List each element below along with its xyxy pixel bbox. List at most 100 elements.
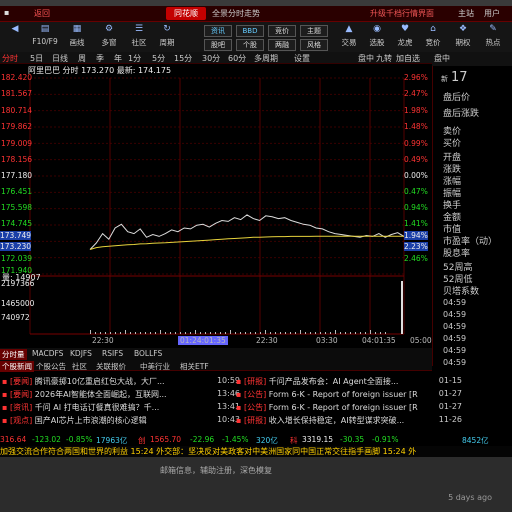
pct-tick: 0.94% [404, 203, 428, 212]
tab-weekly[interactable]: 周 [78, 53, 86, 64]
volume-bar [220, 332, 221, 334]
volume-bar [180, 332, 181, 334]
back-tool[interactable]: ◀ [0, 24, 30, 52]
news-item[interactable]: ▪ [要闻] 2026年AI智能体全面崛起，互联网... 13:46 [2, 389, 240, 401]
dragon-tool[interactable]: ♥ 龙虎 [390, 24, 420, 52]
tab-related-etf[interactable]: 相关ETF [180, 361, 209, 372]
tab-multi[interactable]: 多周期 [254, 53, 278, 64]
tab-quarterly[interactable]: 季 [96, 53, 104, 64]
tab-related-quotes[interactable]: 关联报价 [96, 361, 126, 372]
price-tick: 179.862 [1, 122, 33, 131]
volume-bar [145, 332, 146, 334]
announcement-item[interactable]: ▪ [研报] 千问产品发布会：AI Agent全面接... 01-15 [236, 376, 462, 388]
tab-30min[interactable]: 30分 [202, 53, 220, 64]
home-icon: ⌂ [430, 24, 436, 34]
ticker-value: -0.85% [66, 435, 93, 444]
news-item[interactable]: ▪ [资讯] 千问 AI 打电话订餐真很难搞？千... 13:41 [2, 402, 240, 414]
trade-tool[interactable]: ▲ 交易 [334, 24, 364, 52]
announcement-item[interactable]: ▪ [公告] Form 6-K - Report of foreign issu… [236, 389, 462, 401]
news-button[interactable]: 资讯 [204, 25, 232, 37]
marquee-text: 加强交流合作符合两国和世界的利益 15:24 外交部：坚决反对美政客对中美洲国家… [0, 447, 417, 456]
tab-60min[interactable]: 60分 [228, 53, 246, 64]
volume-bar [140, 332, 141, 334]
pct-tick: 1.41% [404, 219, 428, 228]
announcement-item[interactable]: ▪ [公告] Form 6-K - Report of foreign issu… [236, 402, 462, 414]
volume-bar [100, 332, 101, 334]
tab-volume[interactable]: 分时量 [0, 349, 27, 360]
trade-time: 04:59 [443, 310, 467, 319]
volume-bar [130, 332, 131, 334]
trade-time: 04:59 [443, 346, 467, 355]
tab-5min[interactable]: 5分 [152, 53, 165, 64]
volume-bar [360, 332, 361, 334]
volume-bar [300, 330, 301, 334]
trade-time: 04:59 [443, 334, 467, 343]
tab-stock-news[interactable]: 个股新闻 [0, 361, 34, 372]
time-cursor-label: 01:24:01:35 [178, 336, 228, 345]
volume-bar [365, 332, 366, 334]
time-axis: 22:30 01:24:01:35 22:30 03:30 04:01:35 0… [0, 336, 432, 346]
nine-turn-label[interactable]: 九转 [376, 53, 392, 64]
news-panel: ▪ [要闻] 腾讯豪掷10亿重启红包大战，大厂... 10:59 ▪ [要闻] 2… [0, 372, 512, 434]
tab-settings[interactable]: 设置 [294, 53, 310, 64]
user-menu[interactable]: 用户 [484, 8, 500, 19]
volume-bar [235, 332, 236, 334]
volume-bar [315, 332, 316, 334]
multiwindow-tool[interactable]: ⚙ 多窗 [94, 24, 124, 52]
new-badge: 新 [441, 75, 448, 83]
tab-announcements[interactable]: 个股公告 [36, 361, 66, 372]
volume-bar [240, 332, 241, 334]
volume-tick: 1465000 [1, 299, 35, 308]
window-title: 全景分时走势 [212, 9, 260, 18]
news-item[interactable]: ▪ [要闻] 腾讯豪掷10亿重启红包大战，大厂... 10:59 [2, 376, 240, 388]
tab-daily[interactable]: 日线 [52, 53, 68, 64]
tab-1min[interactable]: 1分 [128, 53, 141, 64]
f10-tool[interactable]: ▤ F10/F9 [30, 24, 60, 52]
bbd-button[interactable]: BBD [236, 25, 264, 37]
price-tick-avg: 173.230 [0, 242, 32, 251]
add-watchlist-button[interactable]: 加自选 [396, 53, 420, 64]
volume-bar [150, 332, 151, 334]
option-tool[interactable]: ❖ 期权 [448, 24, 478, 52]
stock-button[interactable]: 个股 [236, 39, 264, 51]
tab-15min[interactable]: 15分 [174, 53, 192, 64]
forum-button[interactable]: 股吧 [204, 39, 232, 51]
back-link[interactable]: 返回 [34, 8, 50, 19]
tab-macd[interactable]: MACDFS [32, 349, 63, 358]
tab-boll[interactable]: BOLLFS [134, 349, 162, 358]
announcement-item[interactable]: ▪ [研报] 收入增长保持稳定，AI转型谋求突破... 11-26 [236, 415, 462, 427]
tab-timeshare[interactable]: 分时 [2, 53, 18, 64]
select-tool[interactable]: ◉ 选股 [362, 24, 392, 52]
tab-cn-us-industry[interactable]: 中美行业 [140, 361, 170, 372]
tab-community[interactable]: 社区 [72, 361, 87, 372]
margin-button[interactable]: 两融 [268, 39, 296, 51]
tab-rsi[interactable]: RSIFS [102, 349, 123, 358]
style-button[interactable]: 风格 [300, 39, 328, 51]
document-icon: ▤ [40, 24, 50, 34]
news-marquee[interactable]: 加强交流合作符合两国和世界的利益 15:24 外交部：坚决反对美政客对中美洲国家… [0, 446, 512, 457]
hot-tool[interactable]: ✎ 热点 [478, 24, 508, 52]
draw-tool[interactable]: ▦ 画线 [62, 24, 92, 52]
intraday-chart[interactable] [0, 64, 432, 346]
news-item[interactable]: ▪ [观点] 国产AI芯片上市浪潮的核心逻辑 10:43 [2, 415, 240, 427]
volume-bar [200, 332, 201, 334]
tab-yearly[interactable]: 年 [114, 53, 122, 64]
intraday-label[interactable]: 盘中 [358, 53, 374, 64]
tab-5day[interactable]: 5日 [30, 53, 43, 64]
community-tool[interactable]: ☰ 社区 [124, 24, 154, 52]
upgrade-link[interactable]: 升级千档行情界面 [370, 8, 434, 19]
auction-button[interactable]: 竞价 [268, 25, 296, 37]
back-arrow-icon: ◀ [11, 24, 19, 34]
panel-tab[interactable]: 盘中 [434, 53, 450, 64]
period-tool[interactable]: ↻ 周期 [152, 24, 182, 52]
theme-button[interactable]: 主题 [300, 25, 328, 37]
volume-bar [250, 332, 251, 334]
gear-icon: ⚙ [104, 24, 114, 34]
pct-tick: 0.00% [404, 171, 428, 180]
tab-kdj[interactable]: KDJFS [70, 349, 92, 358]
price-tick-current: 173.749 [0, 231, 32, 240]
notification-popup[interactable]: 邮箱信息，辅助注册，深色模复 5 days ago [0, 457, 512, 512]
bid-tool[interactable]: ⌂ 竞价 [418, 24, 448, 52]
menu-main[interactable]: 主站 [458, 8, 474, 19]
price-tick: 174.745 [1, 219, 33, 228]
